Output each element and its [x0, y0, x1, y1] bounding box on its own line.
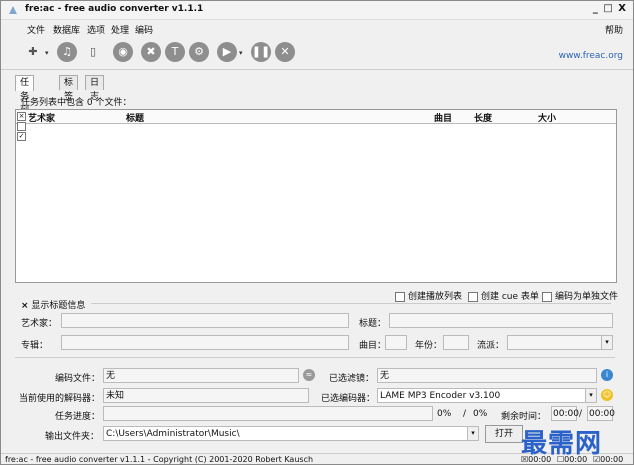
open-folder-button[interactable]: 打开 [485, 425, 523, 443]
settings-gear-icon[interactable]: ⚙ [189, 42, 209, 62]
waveform-icon[interactable]: ≈ [303, 369, 315, 381]
info-icon[interactable]: i [601, 369, 613, 381]
file-progress-percent: 0% [437, 409, 452, 419]
filter-value: 无 [377, 368, 597, 383]
smiley-icon[interactable]: ☺ [601, 389, 613, 401]
toggle-label: 显示标题信息 [31, 301, 86, 311]
menu-process[interactable]: 处理 [111, 23, 129, 36]
tab-tags[interactable]: 标签 [59, 75, 79, 102]
encoding-file-value: 无 [103, 368, 299, 383]
remaining-label: 剩余时间： [501, 412, 547, 422]
tag-track-input[interactable] [385, 335, 407, 350]
table-header: 艺术家 标题 曲目 长度 大小 [16, 110, 616, 124]
menu-help[interactable]: 帮助 [605, 23, 623, 36]
option-label: 创建 cue 表单 [481, 292, 539, 302]
play-dropdown-icon[interactable]: ▾ [239, 49, 243, 57]
remaining-time-2: 00:00 [587, 406, 615, 421]
encoder-label: 已选编码器： [321, 394, 376, 404]
menu-bar: 文件 数据库 选项 处理 编码 帮助 [1, 20, 633, 36]
cd-icon[interactable]: ◉ [113, 42, 133, 62]
app-window: fre:ac - free audio converter v1.1.1 _ □… [0, 0, 634, 465]
joblist-count: 任务列表中包含 0 个文件： [21, 98, 132, 108]
add-files-icon[interactable]: ✚ [23, 42, 43, 62]
divider [15, 357, 615, 358]
tag-album-label: 专辑： [21, 341, 49, 351]
website-link[interactable]: www.freac.org [559, 51, 623, 61]
copyright-text: fre:ac - free audio converter v1.1.1 - C… [5, 455, 314, 464]
total-progress-percent: 0% [473, 409, 488, 419]
menu-options[interactable]: 选项 [87, 23, 105, 36]
option-label: 编码为单独文件 [555, 292, 619, 302]
show-tag-toggle[interactable]: × 显示标题信息 [21, 298, 85, 311]
select-all-checkbox[interactable]: ✓ [17, 132, 26, 141]
checkbox[interactable] [542, 291, 552, 302]
tag-genre-select[interactable]: ▾ [507, 335, 613, 350]
tab-log[interactable]: 日志 [85, 75, 105, 102]
filter-label: 已选滤镜： [329, 374, 375, 384]
title-bar: fre:ac - free audio converter v1.1.1 _ □… [1, 1, 633, 20]
tag-genre-label: 流派： [477, 341, 505, 351]
joblist-table[interactable]: 艺术家 标题 曲目 长度 大小 × ✓ [15, 109, 617, 283]
checkbox[interactable] [395, 291, 405, 302]
tag-title-label: 标题： [359, 319, 387, 329]
menu-encode[interactable]: 编码 [135, 23, 153, 36]
create-cue-option[interactable]: 创建 cue 表单 [468, 289, 539, 302]
col-size[interactable]: 大小 [538, 111, 556, 124]
status-time-3-value: 00:00 [600, 455, 624, 464]
pause-icon[interactable]: ❚❚ [251, 42, 271, 62]
tab-joblist[interactable]: 任务列表 [15, 75, 35, 130]
toolbar: ✚ ▾ ♫ ▯ ◉ ✖ T ⚙ ▶ ▾ ❚❚ ✕ www.freac.org [1, 37, 633, 70]
tag-track-label: 曲目： [359, 341, 387, 351]
create-playlist-option[interactable]: 创建播放列表 [395, 289, 462, 302]
add-dropdown-icon[interactable]: ▾ [45, 49, 49, 57]
encoding-file-label: 编码文件： [55, 374, 101, 384]
watermark-text: 最需网 [521, 429, 603, 459]
progress-slash: / [463, 409, 467, 419]
col-title[interactable]: 标题 [126, 111, 144, 124]
menu-database[interactable]: 数据库 [53, 23, 80, 36]
info-icon[interactable]: T [165, 42, 185, 62]
progress-label: 任务进度： [55, 412, 101, 422]
remaining-slash: / [579, 409, 583, 419]
divider [91, 303, 611, 304]
encoder-value: LAME MP3 Encoder v3.100 [380, 391, 501, 401]
col-length[interactable]: 长度 [474, 111, 492, 124]
col-artist[interactable]: 艺术家 [28, 111, 55, 124]
stop-icon[interactable]: ✕ [275, 42, 295, 62]
output-folder-input[interactable]: C:\Users\Administrator\Music\ ▾ [103, 426, 479, 441]
checkbox[interactable] [468, 291, 478, 302]
chevron-down-icon[interactable]: ▾ [585, 389, 596, 402]
chevron-down-icon[interactable]: ▾ [467, 427, 478, 440]
output-folder-label: 输出文件夹： [45, 432, 100, 442]
tag-artist-label: 艺术家： [21, 319, 58, 329]
tag-title-input[interactable] [389, 313, 613, 328]
tools-icon[interactable]: ✖ [141, 42, 161, 62]
tag-year-input[interactable] [443, 335, 469, 350]
file-icon[interactable]: ▯ [83, 42, 103, 62]
menu-file[interactable]: 文件 [27, 23, 45, 36]
remaining-time-1: 00:00 [551, 406, 579, 421]
window-title: fre:ac - free audio converter v1.1.1 [25, 4, 204, 14]
option-label: 创建播放列表 [408, 292, 463, 302]
output-folder-value: C:\Users\Administrator\Music\ [106, 429, 240, 439]
tag-album-input[interactable] [61, 335, 349, 350]
single-file-option[interactable]: 编码为单独文件 [542, 289, 618, 302]
decoder-label: 当前使用的解码器： [19, 394, 101, 404]
tag-year-label: 年份： [415, 341, 443, 351]
job-progress-bar [103, 406, 433, 421]
tag-artist-input[interactable] [61, 313, 349, 328]
chevron-down-icon[interactable]: ▾ [601, 336, 612, 349]
app-logo-icon [9, 6, 17, 14]
select-none-checkbox[interactable]: × [17, 112, 26, 121]
decoder-value: 未知 [103, 388, 309, 403]
window-controls[interactable]: _ □ X [593, 3, 627, 14]
encoder-select[interactable]: LAME MP3 Encoder v3.100 ▾ [377, 388, 597, 403]
col-track[interactable]: 曲目 [434, 111, 452, 124]
play-icon[interactable]: ▶ [217, 42, 237, 62]
music-note-icon[interactable]: ♫ [57, 42, 77, 62]
select-empty-checkbox[interactable] [17, 122, 26, 131]
